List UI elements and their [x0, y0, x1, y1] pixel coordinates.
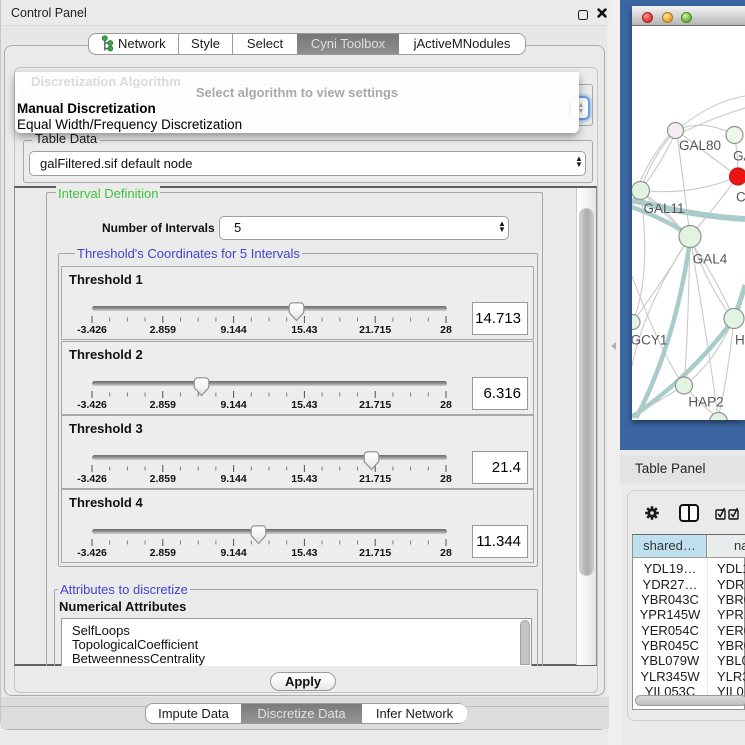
svg-text:GAL11: GAL11	[643, 201, 684, 216]
svg-text:HIS4: HIS4	[735, 332, 745, 347]
svg-text:GAL4: GAL4	[693, 251, 728, 266]
svg-text:GCY1: GCY1	[632, 332, 667, 347]
svg-text:CDC: CDC	[736, 189, 745, 204]
svg-text:HAP2: HAP2	[688, 394, 723, 409]
svg-text:GAL80: GAL80	[679, 138, 721, 153]
svg-text:GAL1: GAL1	[733, 148, 745, 163]
